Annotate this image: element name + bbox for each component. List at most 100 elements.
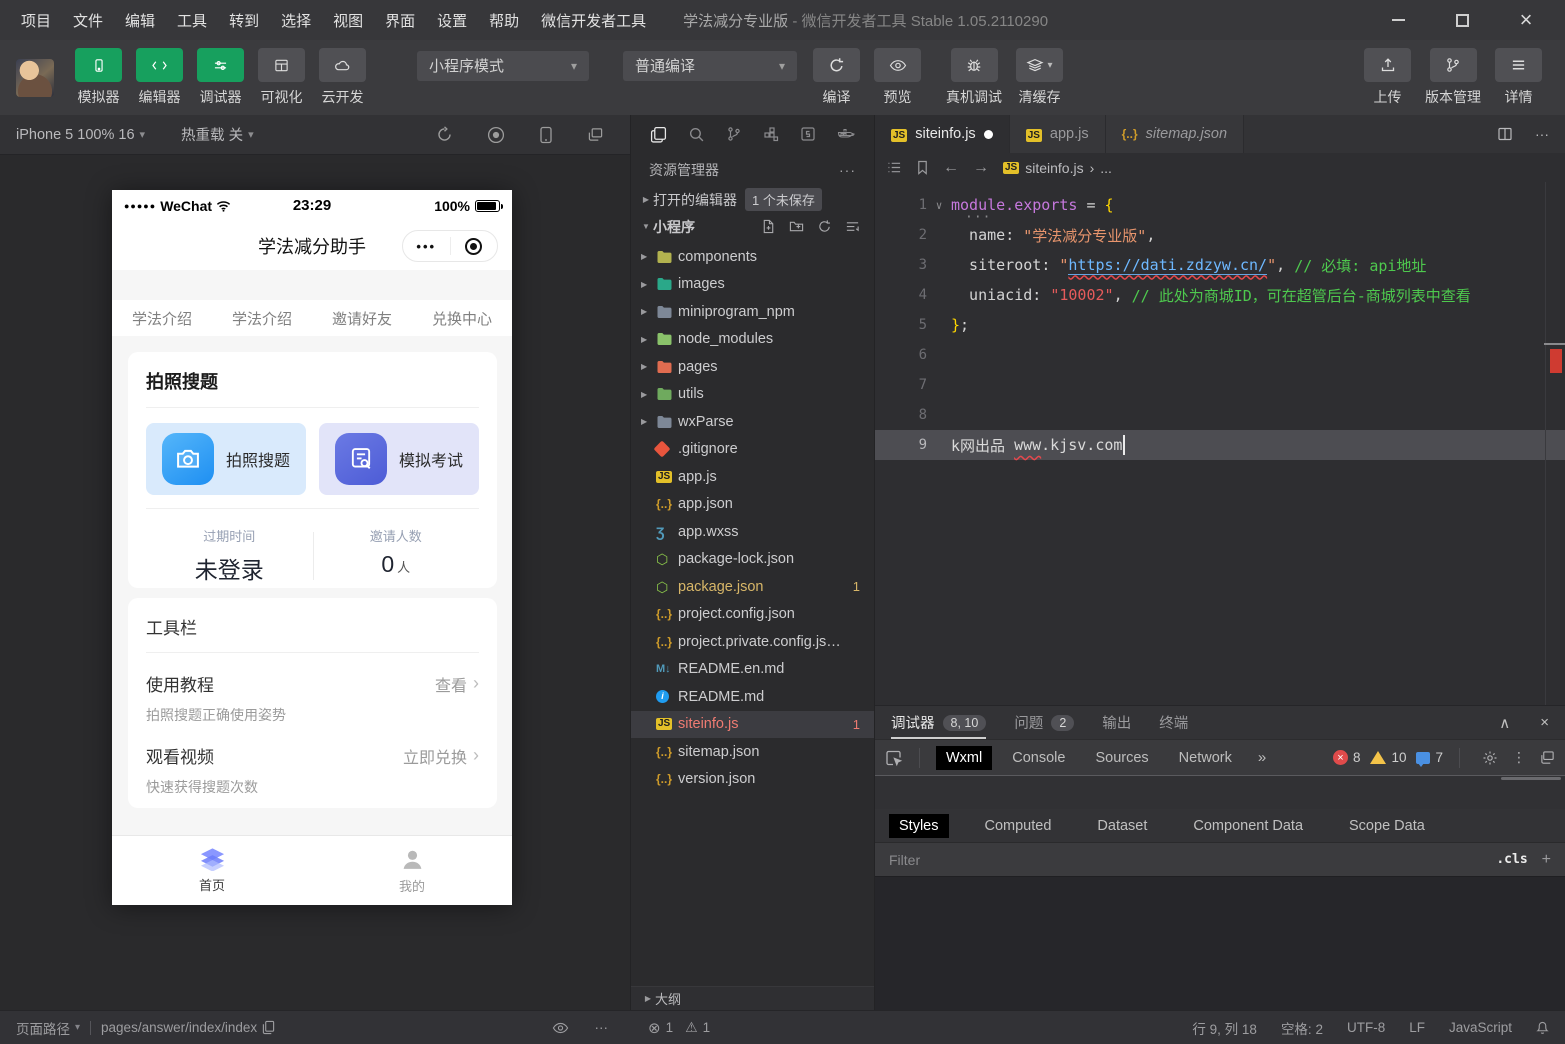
tree-item[interactable]: {..} project.private.config.js… xyxy=(631,628,874,656)
fold-chevron-icon[interactable]: ∨ xyxy=(927,199,951,212)
editor-tab[interactable]: JS siteinfo.js xyxy=(875,115,1010,153)
extensions-icon[interactable] xyxy=(763,126,779,142)
camera-action-button[interactable]: 拍照搜题 xyxy=(146,423,306,495)
language-mode[interactable]: JavaScript xyxy=(1449,1020,1512,1035)
styles-tab[interactable]: Component Data xyxy=(1183,814,1313,838)
project-section[interactable]: ▼ 小程序 xyxy=(631,213,874,240)
console-messages[interactable]: 7 xyxy=(1416,750,1443,767)
phone-top-tab[interactable]: 邀请好友 xyxy=(312,308,412,329)
back-icon[interactable]: ← xyxy=(943,159,959,177)
editor-tab[interactable]: {..} sitemap.json xyxy=(1105,115,1245,153)
compile-mode-select[interactable]: 普通编译 ▾ xyxy=(623,50,797,81)
breadcrumb-file[interactable]: JS siteinfo.js › ... xyxy=(1003,160,1112,176)
code-line[interactable]: 4 uniacid: "10002", // 此处为商城ID，可在超管后台-商城… xyxy=(875,280,1565,310)
upload-button[interactable]: 上传 xyxy=(1364,48,1411,107)
version-control-button[interactable]: 版本管理 xyxy=(1425,48,1481,107)
menu-item[interactable]: 帮助 xyxy=(478,10,530,31)
cls-toggle[interactable]: .cls xyxy=(1496,852,1527,867)
tree-item[interactable]: {..} project.config.json xyxy=(631,601,874,629)
bell-icon[interactable] xyxy=(1536,1020,1549,1035)
styles-tab[interactable]: Computed xyxy=(975,814,1062,838)
tree-item[interactable]: ▶ miniprogram_npm xyxy=(631,298,874,326)
mode-select[interactable]: 小程序模式 ▾ xyxy=(417,50,589,81)
styles-tab[interactable]: Scope Data xyxy=(1339,814,1435,838)
code-line[interactable]: 5}; xyxy=(875,310,1565,340)
collapse-all-icon[interactable] xyxy=(845,219,860,234)
code-line[interactable]: 2 name: "学法减分专业版", xyxy=(875,220,1565,250)
debugger-tab[interactable]: 问题 2 xyxy=(1014,706,1075,739)
menu-item[interactable]: 项目 xyxy=(10,10,62,31)
tree-item[interactable]: Ʒapp.wxss xyxy=(631,518,874,546)
kebab-menu-icon[interactable]: ⋮ xyxy=(1512,749,1526,766)
code-line[interactable]: 9 k网出品 www .kjsv.com xyxy=(875,430,1565,460)
tree-item[interactable]: JS siteinfo.js 1 xyxy=(631,710,874,738)
refresh-icon[interactable] xyxy=(817,219,832,234)
scrollbar-overview-ruler[interactable] xyxy=(1544,182,1565,705)
toolbar-button-cloud[interactable]: 云开发 xyxy=(319,48,366,107)
encoding[interactable]: UTF-8 xyxy=(1347,1020,1385,1035)
phone-top-tab[interactable]: 学法介绍 xyxy=(212,308,312,329)
phone-top-tab[interactable]: 学法介绍 xyxy=(112,308,212,329)
collapse-panel-icon[interactable]: ∧ xyxy=(1499,714,1510,732)
split-editor-icon[interactable] xyxy=(1497,126,1513,142)
tree-item[interactable]: ▶ utils xyxy=(631,381,874,409)
close-miniprogram-button[interactable] xyxy=(451,237,498,255)
tool-row[interactable]: 观看视频 立即兑换 › 快速获得搜题次数 xyxy=(146,743,479,797)
debugger-tab[interactable]: 调试器 8, 10 xyxy=(891,706,987,739)
tree-item[interactable]: .gitignore xyxy=(631,436,874,464)
maximize-button[interactable] xyxy=(1447,5,1477,35)
bookmark-icon[interactable] xyxy=(916,160,929,175)
search-icon[interactable] xyxy=(688,126,705,143)
tree-item[interactable]: ⬡ package-lock.json xyxy=(631,546,874,574)
menu-item[interactable]: 选择 xyxy=(270,10,322,31)
menu-item[interactable]: 微信开发者工具 xyxy=(530,10,657,31)
compile-button[interactable]: 编译 xyxy=(813,48,860,107)
page-path-select[interactable]: 页面路径 ▾ xyxy=(16,1018,80,1038)
styles-tab[interactable]: Styles xyxy=(889,813,949,838)
eol-sequence[interactable]: LF xyxy=(1409,1020,1425,1035)
more-actions-icon[interactable]: ··· xyxy=(595,1020,609,1035)
indentation[interactable]: 空格: 2 xyxy=(1281,1018,1323,1038)
exam-action-button[interactable]: 模拟考试 xyxy=(319,423,479,495)
code-editor[interactable]: 1 ∨ module.exports = {··· 2 name: "学法减分专业版"… xyxy=(875,182,1565,705)
tree-item[interactable]: ▶ node_modules xyxy=(631,326,874,354)
docker-whale-icon[interactable] xyxy=(837,127,855,141)
code-line[interactable]: 8 xyxy=(875,400,1565,430)
close-button[interactable]: × xyxy=(1511,5,1541,35)
toolbar-button-layout[interactable]: 可视化 xyxy=(258,48,305,107)
details-button[interactable]: 详情 xyxy=(1495,48,1542,107)
minimize-button[interactable] xyxy=(1383,5,1413,35)
more-menu-button[interactable]: ••• xyxy=(403,239,450,254)
console-warnings[interactable]: 10 xyxy=(1370,750,1406,765)
devtools-tab-network[interactable]: Network xyxy=(1169,746,1242,770)
tree-item[interactable]: M↓ README.en.md xyxy=(631,656,874,684)
files-icon[interactable] xyxy=(650,126,667,143)
inspect-element-icon[interactable] xyxy=(885,749,903,767)
more-actions-icon[interactable]: ··· xyxy=(839,162,856,178)
close-panel-icon[interactable]: × xyxy=(1540,714,1549,732)
avatar[interactable] xyxy=(16,58,54,97)
tree-item[interactable]: ▶ images xyxy=(631,271,874,299)
tree-item[interactable]: ▶ wxParse xyxy=(631,408,874,436)
hot-reload-toggle[interactable]: 热重载 关 ▾ xyxy=(181,124,254,145)
tree-item[interactable]: JS app.js xyxy=(631,463,874,491)
git-branch-icon[interactable] xyxy=(726,126,742,142)
clear-cache-button[interactable]: ▾ 清缓存 xyxy=(1016,48,1063,107)
tree-item[interactable]: ▶ components xyxy=(631,243,874,271)
tool-row-action[interactable]: 查看 xyxy=(435,672,467,696)
tool-row[interactable]: 使用教程 查看 › 拍照搜题正确使用姿势 xyxy=(146,671,479,725)
cursor-position[interactable]: 行 9, 列 18 xyxy=(1192,1018,1257,1038)
tabbar-item-user[interactable]: 我的 xyxy=(312,836,512,905)
menu-item[interactable]: 工具 xyxy=(166,10,218,31)
tree-item[interactable]: ▶ pages xyxy=(631,353,874,381)
menu-item[interactable]: 界面 xyxy=(374,10,426,31)
device-debug-button[interactable]: 真机调试 xyxy=(946,48,1002,107)
debugger-tab[interactable]: 终端 xyxy=(1159,706,1188,739)
device-select[interactable]: iPhone 5 100% 16 ▾ xyxy=(16,127,145,143)
outline-section[interactable]: ▶ 大纲 xyxy=(631,986,874,1010)
menu-item[interactable]: 文件 xyxy=(62,10,114,31)
tabbar-item-home[interactable]: 首页 xyxy=(112,836,312,905)
record-stop-icon[interactable] xyxy=(487,126,505,144)
preview-button[interactable]: 预览 xyxy=(874,48,921,107)
tree-item[interactable]: ⬡ package.json 1 xyxy=(631,573,874,601)
